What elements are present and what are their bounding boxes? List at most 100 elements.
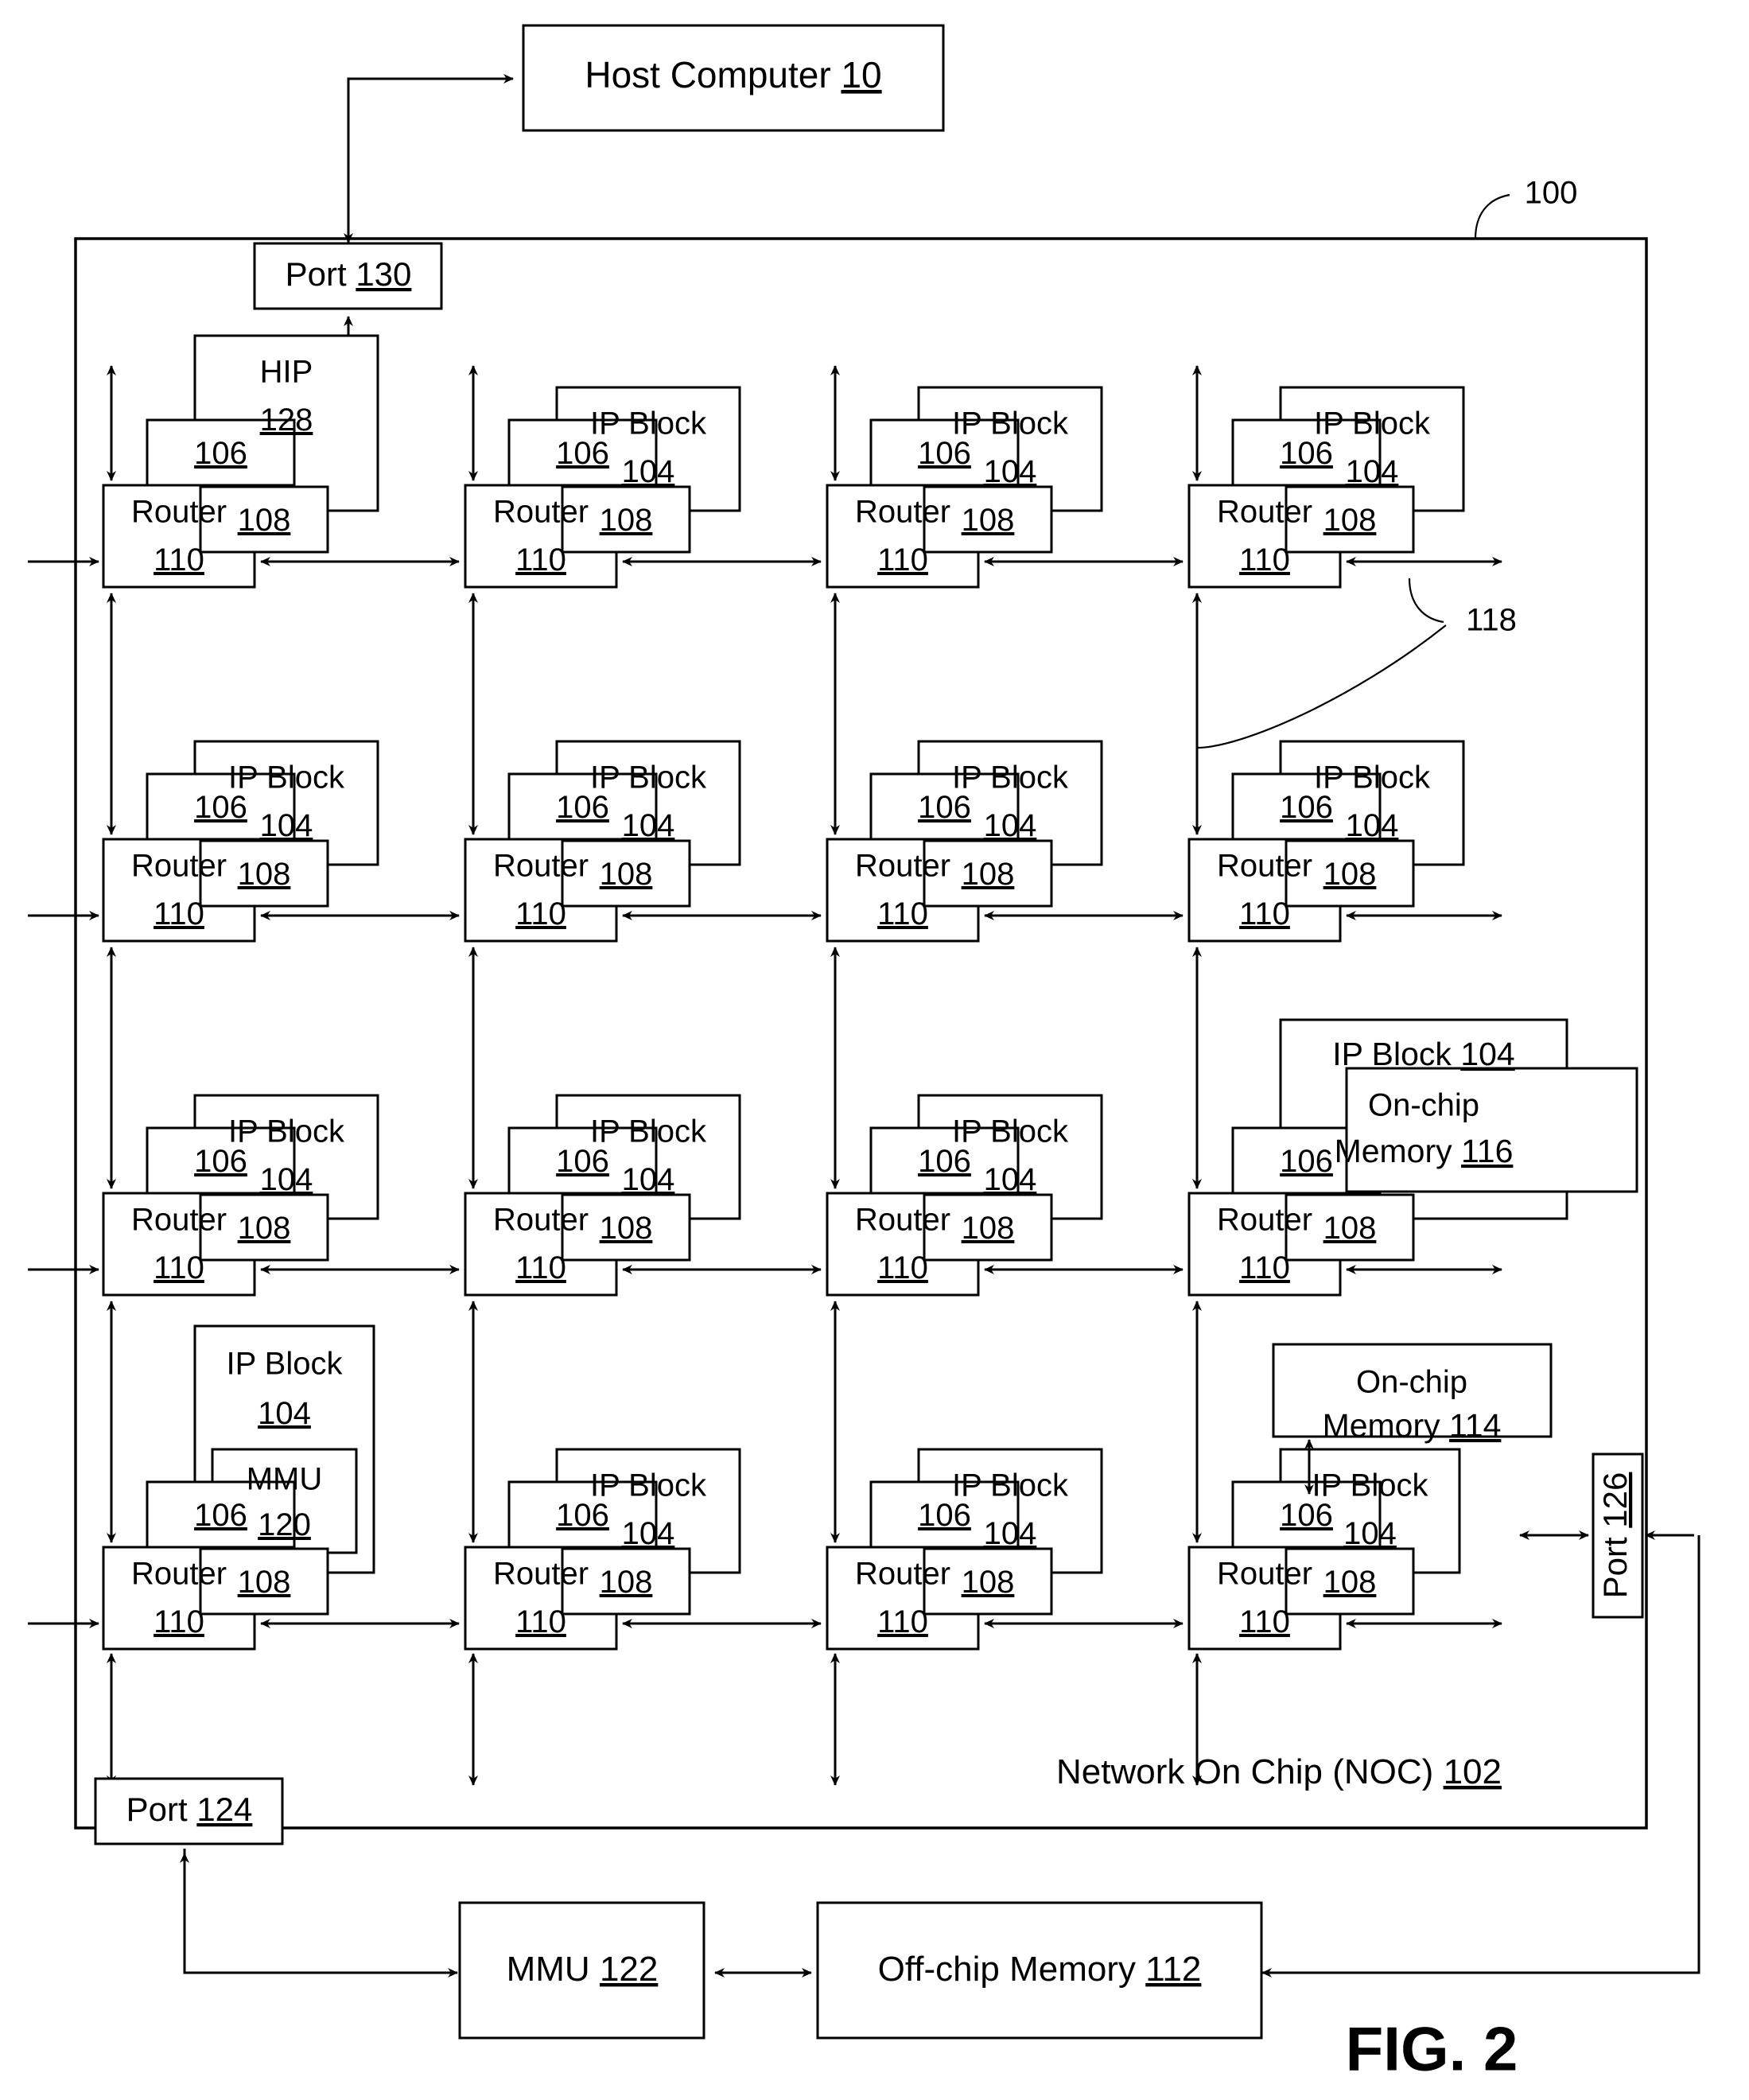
offchip-112-text: Off-chip Memory 112 [878, 1950, 1202, 1989]
cell-r4-c1-router-ref-ref: 110 [154, 1604, 204, 1639]
cell-r1-c3-ref-106: 106 [918, 436, 971, 471]
cell-r3-c2-ip-block-ref-text: 104 [622, 1162, 675, 1197]
cell-r4-c3-router-ref: 110 [877, 1604, 928, 1639]
cell-r3-c4-ip-block-label-label: IP Block [1332, 1036, 1460, 1072]
cell-r3-c2-ip-block-ref-ref: 104 [622, 1162, 675, 1197]
cell-r4-c3-ref-108: 108 [962, 1565, 1015, 1600]
cell-r1-c3-router-ref-text: 110 [877, 542, 928, 578]
cell-r2-c1-ref-108-ref: 108 [238, 857, 291, 892]
cell-r2-c1-ref-108: 108 [238, 857, 291, 892]
mmu-122-text-text: MMU 122 [507, 1950, 659, 1989]
cell-r2-c4-router-label: Router [1217, 849, 1312, 884]
cell-r2-c1-router-label: Router [131, 849, 227, 884]
cell-r1-c2-ref-108-text: 108 [600, 503, 653, 538]
cell-r4-c4-ip-block-ref-text: 104 [1343, 1516, 1397, 1551]
cell-r3-c3-ip-block-ref: 104 [984, 1162, 1037, 1197]
cell-r1-c3-ip-block-ref: 104 [984, 454, 1037, 489]
cell-r3-c1-ref-108-ref: 108 [238, 1211, 291, 1246]
cell-r2-c4-ref-106-text: 106 [1280, 790, 1333, 825]
cell-r4-c4-router-label: Router [1217, 1557, 1312, 1592]
host-computer-text: Host Computer 10 [585, 54, 881, 95]
cell-r2-c4-ip-block-ref-ref: 104 [1346, 808, 1399, 843]
cell-r3-c3-router-ref-text: 110 [877, 1250, 928, 1285]
cell-r4-c4-router-ref: 110 [1239, 1604, 1290, 1639]
cell-r4-c4-ref-106: 106 [1280, 1498, 1333, 1533]
cell-r4-c3-ref-106: 106 [918, 1498, 971, 1533]
cell-r2-c3-ref-106-ref: 106 [918, 790, 971, 825]
cell-r4-c4-ref-108: 108 [1323, 1565, 1377, 1600]
cell-r2-c2-ip-block-ref: 104 [622, 808, 675, 843]
noc-text-ref: 102 [1444, 1752, 1502, 1791]
cell-r4-c2-ip-block-ref-text: 104 [622, 1516, 675, 1551]
callout-118-text: 118 [1466, 603, 1517, 638]
onchip-114-line2-label: Memory [1323, 1407, 1449, 1444]
cell-r3-c1-router-label: Router [131, 1203, 227, 1238]
cell-r1-c2-ip-block-ref-ref: 104 [622, 454, 675, 489]
cell-r3-c1-ip-block-ref-text: 104 [260, 1162, 313, 1197]
diagram-canvas: HIP128106Router110108IP Block104106Route… [28, 24, 1700, 2084]
cell-r1-c3-ref-106-text: 106 [918, 436, 971, 471]
cell-r3-c1-ref-106: 106 [194, 1144, 247, 1179]
cell-r1-c2-ip-block-ref: 104 [622, 454, 675, 489]
cell-r3-c3-ref-108: 108 [962, 1211, 1015, 1246]
onchip-114-line2-ref: 114 [1449, 1407, 1501, 1444]
cell-r1-c2-ref-108-ref: 108 [600, 503, 653, 538]
cell-r3-c1-ref-108: 108 [238, 1211, 291, 1246]
cell-r4-c2-ip-block-ref: 104 [622, 1516, 675, 1551]
cell-r4-c4-ref-108-text: 108 [1323, 1565, 1377, 1600]
cell-r3-c2-router-ref-ref: 110 [515, 1250, 566, 1285]
cell-r3-c4-ref-106-text: 106 [1280, 1144, 1333, 1179]
cell-r1-c1-ref-106-text: 106 [194, 436, 247, 471]
cell-r2-c2-router-ref: 110 [515, 896, 566, 931]
cell-r2-c3-ip-block-ref-text: 104 [984, 808, 1037, 843]
cell-r4-c1-ip-block-ref-text: 104 [258, 1396, 311, 1431]
cell-r2-c2-ref-106: 106 [556, 790, 609, 825]
cell-r4-c1-router-ref: 110 [154, 1604, 204, 1639]
cell-r4-c4-ref-106-ref: 106 [1280, 1498, 1333, 1533]
cell-r4-c1-router-label: Router [131, 1557, 227, 1592]
cell-r3-c4-onchip116-l2-ref: 116 [1461, 1133, 1513, 1169]
cell-r3-c4-onchip116-l2-label: Memory [1335, 1133, 1461, 1169]
cell-r4-c1-ref-106-text: 106 [194, 1498, 247, 1533]
cell-r3-c3-ip-block-ref-ref: 104 [984, 1162, 1037, 1197]
host-computer-text-label: Host Computer [585, 54, 841, 95]
cell-r2-c1-ref-108-text: 108 [238, 857, 291, 892]
cell-r1-c2-router-ref-ref: 110 [515, 542, 566, 578]
cell-r4-c1-mmu120-label: MMU [247, 1462, 323, 1497]
cell-r1-c4-ref-108-text: 108 [1323, 503, 1377, 538]
port-126-label-span: Port [1596, 1528, 1634, 1599]
cell-r4-c4-router-ref-ref: 110 [1239, 1604, 1290, 1639]
cell-r2-c4-ip-block-ref: 104 [1346, 808, 1399, 843]
cell-r1-c2-router-ref-text: 110 [515, 542, 566, 578]
cell-r1-c1-ref-108-ref: 108 [238, 503, 291, 538]
cell-r4-c1-ref-106: 106 [194, 1498, 247, 1533]
cell-r1-c1-ip-block-ref-text: 128 [260, 402, 313, 438]
cell-r1-c1-ip-block-ref: 128 [260, 402, 313, 438]
cell-r3-c4-onchip116-l1: On-chip [1368, 1088, 1479, 1123]
cell-r4-c1-ip-block-ref: 104 [258, 1396, 311, 1431]
figure-page: HIP 128 106 Router 110 108 IP Block 104 106 Route… [0, 0, 1749, 2100]
cell-r2-c4-ip-block-ref-text: 104 [1346, 808, 1399, 843]
cell-r2-c3-router-ref-ref: 110 [877, 896, 928, 931]
cell-r4-c2-router-ref-text: 110 [515, 1604, 566, 1639]
cell-r1-c1-router-label: Router [131, 495, 227, 530]
cell-r2-c4-router-ref-text: 110 [1239, 896, 1290, 931]
cell-r2-c1-ip-block-ref: 104 [260, 808, 313, 843]
cell-r1-c4-ref-106-text: 106 [1280, 436, 1333, 471]
cell-r4-c1-router-ref-text: 110 [154, 1604, 204, 1639]
cell-r4-c2-ref-106-ref: 106 [556, 1498, 609, 1533]
cell-r1-c2-ref-106-text: 106 [556, 436, 609, 471]
cell-r4-c1-mmu120-ref-text: 120 [258, 1507, 311, 1542]
host-link-line [347, 74, 514, 249]
cell-r1-c2-ip-block-ref-text: 104 [622, 454, 675, 489]
cell-r4-c1-ref-108-text: 108 [238, 1565, 291, 1600]
cell-r3-c4-ref-108-ref: 108 [1323, 1211, 1377, 1246]
cell-r3-c3-ref-108-ref: 108 [962, 1211, 1015, 1246]
cell-r2-c3-ref-108-ref: 108 [962, 857, 1015, 892]
cell-r2-c3-ip-block-ref-ref: 104 [984, 808, 1037, 843]
cell-r1-c1-ref-108: 108 [238, 503, 291, 538]
cell-r3-c2-router-ref-text: 110 [515, 1250, 566, 1285]
cell-r2-c2-ip-block-ref-ref: 104 [622, 808, 675, 843]
cell-r4-c3-router-ref-ref: 110 [877, 1604, 928, 1639]
cell-r3-c4-router-label: Router [1217, 1203, 1312, 1238]
